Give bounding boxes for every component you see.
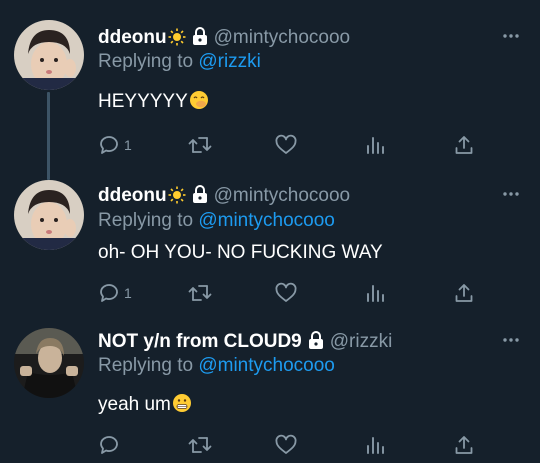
display-name[interactable]: NOT y/n from CLOUD9 (98, 331, 302, 352)
tweet-2[interactable]: ddeonu @mintychocooo Replying to @mintych… (0, 160, 540, 310)
tweet-1[interactable]: ddeonu @mintychocooo Replying to @rizzki … (0, 0, 540, 160)
user-handle[interactable]: @mintychocooo (214, 27, 351, 48)
tweet-header: ddeonu @mintychocooo (98, 184, 350, 211)
heart-icon (275, 282, 297, 302)
reply-icon (100, 436, 118, 454)
more-options-icon[interactable] (502, 33, 520, 39)
retweet-icon (188, 137, 212, 153)
replying-to: Replying to @mintychocooo (98, 209, 335, 233)
heart-icon (275, 434, 297, 454)
tweet-header: NOT y/n from CLOUD9 @rizzki (98, 330, 392, 356)
display-name[interactable]: ddeonu (98, 185, 167, 206)
reply-button[interactable] (98, 432, 124, 458)
lock-icon (192, 27, 208, 52)
avatar[interactable] (14, 20, 84, 90)
retweet-button[interactable] (188, 280, 212, 306)
reply-count: 1 (124, 137, 132, 153)
share-icon (455, 284, 473, 302)
tweet-text-content: HEYYYYY (98, 91, 188, 112)
tweet-header: ddeonu @mintychocooo (98, 26, 350, 53)
share-icon (455, 136, 473, 154)
replying-to-handle[interactable]: @mintychocooo (198, 355, 335, 376)
retweet-button[interactable] (188, 432, 212, 458)
tweet-actions: 1 (98, 280, 478, 306)
tweet-text-content: yeah um (98, 394, 171, 415)
user-handle[interactable]: @mintychocooo (214, 185, 351, 206)
lock-icon (308, 331, 324, 356)
reply-button[interactable]: 1 (98, 132, 132, 158)
share-icon (455, 436, 473, 454)
grimacing-face-icon (172, 393, 192, 420)
like-button[interactable] (274, 280, 298, 306)
face-with-hand-over-mouth-icon (189, 90, 209, 117)
tweet-text: HEYYYYY (98, 90, 209, 117)
lock-icon (192, 185, 208, 210)
replying-to-handle[interactable]: @mintychocooo (198, 210, 335, 231)
avatar[interactable] (14, 180, 84, 250)
sun-icon (168, 186, 186, 211)
tweet-text: yeah um (98, 393, 192, 420)
more-options-icon[interactable] (502, 337, 520, 343)
share-button[interactable] (453, 280, 475, 306)
avatar[interactable] (14, 328, 84, 398)
tweet-text-content: oh- OH YOU- NO FUCKING WAY (98, 242, 383, 263)
retweet-icon (188, 437, 212, 453)
reply-icon (100, 284, 118, 302)
more-options-icon[interactable] (502, 191, 520, 197)
reply-icon (100, 136, 118, 154)
display-name[interactable]: ddeonu (98, 27, 167, 48)
replying-to-label: Replying to (98, 51, 194, 72)
user-handle[interactable]: @rizzki (330, 331, 393, 352)
share-button[interactable] (453, 132, 475, 158)
retweet-button[interactable] (188, 132, 212, 158)
tweet-actions (98, 432, 478, 458)
tweet-actions: 1 (98, 132, 478, 158)
analytics-button[interactable] (364, 432, 386, 458)
tweet-text: oh- OH YOU- NO FUCKING WAY (98, 241, 383, 265)
analytics-icon (367, 437, 384, 454)
replying-to-label: Replying to (98, 210, 194, 231)
replying-to-label: Replying to (98, 355, 194, 376)
reply-count: 1 (124, 285, 132, 301)
share-button[interactable] (453, 432, 475, 458)
analytics-button[interactable] (364, 132, 386, 158)
like-button[interactable] (274, 432, 298, 458)
retweet-icon (188, 285, 212, 301)
like-button[interactable] (274, 132, 298, 158)
replying-to: Replying to @rizzki (98, 50, 261, 74)
replying-to-handle[interactable]: @rizzki (198, 51, 261, 72)
replying-to: Replying to @mintychocooo (98, 354, 335, 378)
reply-button[interactable]: 1 (98, 280, 132, 306)
heart-icon (275, 134, 297, 154)
analytics-button[interactable] (364, 280, 386, 306)
analytics-icon (367, 285, 384, 302)
tweet-3[interactable]: NOT y/n from CLOUD9 @rizzki Replying to @… (0, 310, 540, 463)
analytics-icon (367, 137, 384, 154)
